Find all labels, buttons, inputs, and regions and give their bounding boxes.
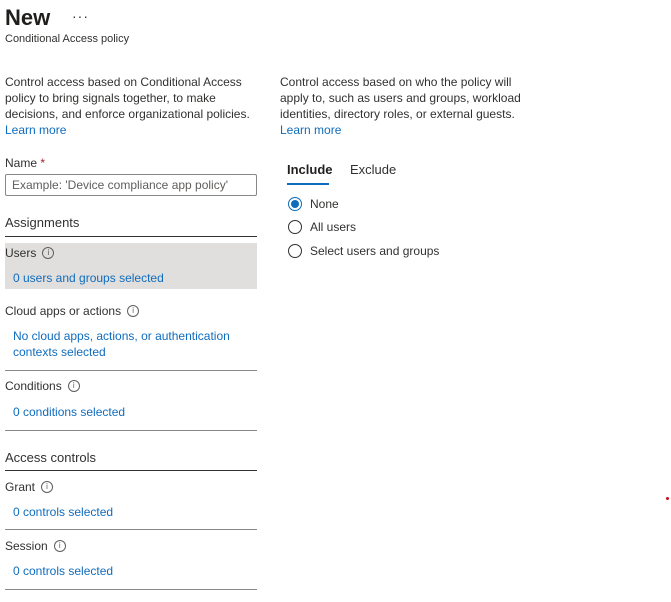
divider	[5, 370, 257, 371]
users-block[interactable]: Users i 0 users and groups selected	[5, 243, 257, 289]
page-subtitle: Conditional Access policy	[5, 33, 130, 45]
cloud-apps-label: Cloud apps or actions i	[5, 303, 257, 319]
conditions-label-text: Conditions	[5, 379, 62, 393]
users-label-text: Users	[5, 246, 37, 260]
radio-option-all-users[interactable]: All users	[288, 220, 356, 234]
conditions-label: Conditions i	[5, 378, 257, 394]
session-selection-link[interactable]: 0 controls selected	[5, 563, 257, 579]
assignments-divider	[5, 236, 257, 237]
radio-icon[interactable]	[288, 220, 302, 234]
divider	[5, 589, 257, 590]
divider	[5, 430, 257, 431]
access-controls-divider	[5, 470, 257, 471]
name-label: Name *	[5, 156, 45, 170]
page-title: New	[5, 5, 51, 30]
grant-label-text: Grant	[5, 480, 36, 494]
radio-icon[interactable]	[288, 197, 302, 211]
left-learn-more-link[interactable]: Learn more	[5, 123, 66, 137]
tab-include[interactable]: Include	[287, 162, 333, 177]
cloud-apps-block[interactable]: Cloud apps or actions i No cloud apps, a…	[5, 303, 257, 360]
red-marker	[666, 497, 669, 500]
session-label-text: Session	[5, 539, 48, 553]
name-label-text: Name	[5, 156, 38, 170]
radio-option-label: None	[310, 197, 339, 211]
info-icon[interactable]: i	[42, 247, 55, 259]
required-indicator: *	[40, 156, 46, 170]
users-label: Users i	[5, 245, 257, 261]
radio-option-label: Select users and groups	[310, 244, 440, 258]
radio-option-label: All users	[310, 220, 357, 234]
access-controls-heading: Access controls	[5, 450, 97, 465]
right-learn-more-link[interactable]: Learn more	[280, 123, 341, 137]
conditions-block[interactable]: Conditions i 0 conditions selected	[5, 378, 257, 420]
right-description-text: Control access based on who the policy w…	[280, 75, 521, 121]
cloud-apps-label-text: Cloud apps or actions	[5, 304, 122, 318]
right-description: Control access based on who the policy w…	[280, 74, 532, 138]
assignments-heading: Assignments	[5, 215, 80, 230]
info-icon[interactable]: i	[67, 380, 80, 392]
cloud-apps-selection-link[interactable]: No cloud apps, actions, or authenticatio…	[5, 328, 243, 360]
users-selection-link[interactable]: 0 users and groups selected	[5, 270, 257, 286]
conditions-selection-link[interactable]: 0 conditions selected	[5, 404, 257, 420]
divider	[5, 529, 257, 530]
grant-label: Grant i	[5, 479, 257, 495]
radio-option-none[interactable]: None	[288, 197, 339, 211]
name-input[interactable]	[5, 174, 257, 196]
info-icon[interactable]: i	[53, 540, 66, 552]
info-icon[interactable]: i	[127, 305, 140, 317]
left-description-text: Control access based on Conditional Acce…	[5, 75, 250, 121]
radio-option-select-users-and-groups[interactable]: Select users and groups	[288, 244, 439, 258]
more-options-button[interactable]: ···	[72, 8, 89, 24]
session-block[interactable]: Session i 0 controls selected	[5, 538, 257, 579]
left-description: Control access based on Conditional Acce…	[5, 74, 257, 138]
tab-exclude[interactable]: Exclude	[350, 162, 396, 177]
session-label: Session i	[5, 538, 257, 554]
active-tab-indicator	[287, 183, 329, 185]
grant-selection-link[interactable]: 0 controls selected	[5, 504, 257, 520]
grant-block[interactable]: Grant i 0 controls selected	[5, 479, 257, 520]
radio-icon[interactable]	[288, 244, 302, 258]
info-icon[interactable]: i	[41, 481, 54, 493]
